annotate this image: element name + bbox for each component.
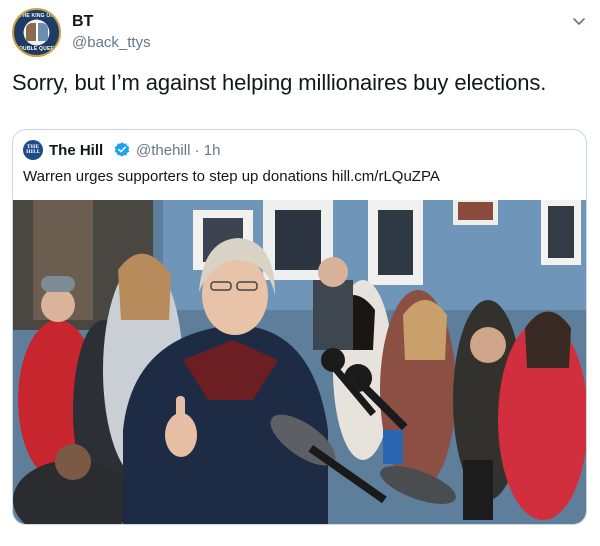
quoted-author-avatar[interactable]: THE HILL [23,140,43,160]
quoted-tweet-text: Warren urges supporters to step up donat… [23,168,440,185]
quoted-tweet-card[interactable]: THE HILL The Hill @thehill · 1h Warren u… [12,129,587,525]
quoted-handle-time: @thehill · 1h [136,142,221,159]
verified-badge-icon [114,142,130,157]
avatar-ring-text-top: THE KING OF [19,13,54,19]
chevron-down-icon[interactable] [571,13,587,29]
tweet-text: Sorry, but I’m against helping millionai… [12,70,547,95]
author-handle[interactable]: @back_ttys [72,34,151,51]
avatar-figures [26,23,48,41]
avatar-ring-text-bottom: DOUBLE QUEEN [15,46,58,52]
author-avatar[interactable]: THE KING OF DOUBLE QUEEN [12,8,61,57]
news-photo[interactable] [13,200,587,525]
quoted-author-name[interactable]: The Hill [49,142,103,159]
author-name[interactable]: BT [72,13,93,31]
